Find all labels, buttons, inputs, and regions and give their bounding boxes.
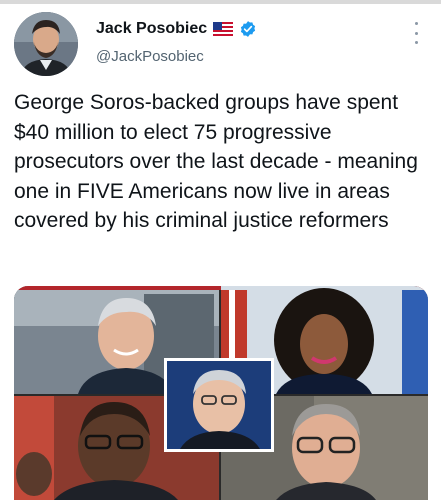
more-vertical-icon[interactable] [408, 22, 424, 44]
author-handle[interactable]: @JackPosobiec [96, 48, 204, 65]
author-name[interactable]: Jack Posobiec [96, 20, 207, 38]
us-flag-icon [213, 22, 234, 36]
author-avatar[interactable] [14, 12, 78, 76]
tweet-text: George Soros-backed groups have spent $4… [14, 91, 418, 232]
top-divider [0, 0, 441, 4]
verified-badge-icon [239, 20, 257, 38]
tweet-media-image[interactable] [14, 286, 428, 500]
